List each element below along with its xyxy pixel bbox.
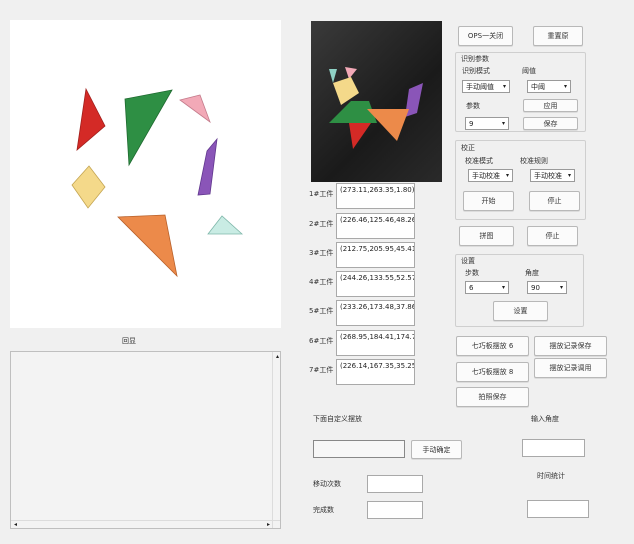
calibration-group-title: 校正 [461,144,475,152]
chevron-down-icon: ▾ [502,83,506,90]
calibration-rule-label: 校准规则 [520,157,548,165]
calibration-mode-label: 校准模式 [465,157,493,165]
scroll-up-icon[interactable]: ▴ [276,353,279,360]
open-camera-button[interactable]: OPS一关闭 [458,26,513,46]
save-photo-button[interactable]: 拍照保存 [456,387,529,407]
pink-triangle-piece [179,94,211,124]
calibration-mode-select[interactable]: 手动校准 ▾ [468,169,513,182]
coord-label-4: 4#工件 [309,278,334,286]
coord-label-1: 1#工件 [309,190,334,198]
orange-triangle-piece [117,214,178,278]
load-layout-record-button[interactable]: 摆放记录调用 [534,358,607,378]
yellow-square-piece [71,165,106,209]
chevron-down-icon: ▾ [567,172,571,179]
camera-preview [311,21,442,182]
threshold-value: 中阈 [531,82,545,91]
purple-parallelogram-piece [197,137,218,196]
chevron-down-icon: ▾ [563,83,567,90]
coord-value-2: (226.46,125.46,48.26) [336,213,415,239]
log-textarea[interactable]: ▴ ◂ ▸ [10,351,281,529]
apply-button[interactable]: 应用 [523,99,578,112]
scroll-right-icon[interactable]: ▸ [267,521,270,528]
calibration-stop-button[interactable]: 停止 [529,191,580,211]
stop-button[interactable]: 停止 [527,226,578,246]
input-angle-field[interactable] [522,439,585,457]
param-select[interactable]: 9 ▾ [465,117,509,130]
recognition-mode-value: 手动阈值 [466,82,494,91]
cam-green-piece [329,101,377,123]
coord-label-5: 5#工件 [309,307,334,315]
canvas-label: 回显 [122,337,136,345]
steps-select[interactable]: 6 ▾ [465,281,509,294]
recognition-mode-label: 识别模式 [462,67,490,75]
tangram-layout-8-button[interactable]: 七巧板摆放 8 [456,362,529,382]
tangram-pieces [71,87,244,278]
save-param-button[interactable]: 保存 [523,117,578,130]
cam-yellow-piece [333,77,359,105]
custom-layout-label: 下面自定义摆放 [313,415,362,423]
completed-label: 完成数 [313,506,334,514]
coord-value-7: (226.14,167.35,35.25) [336,359,415,385]
custom-layout-input[interactable] [313,440,405,458]
steps-label: 步数 [465,269,479,277]
green-triangle-piece [124,89,173,167]
cam-red-piece [349,123,371,149]
camera-tangram-fox [329,67,423,149]
angle-value: 90 [531,283,540,292]
threshold-label: 阈值 [522,67,536,75]
calibration-mode-value: 手动校准 [472,171,500,180]
coord-value-5: (233.26,173.48,37.86) [336,300,415,326]
horizontal-scrollbar[interactable] [11,520,280,528]
reset-button[interactable]: 重置原 [533,26,583,46]
param-label: 参数 [466,102,480,110]
calibration-rule-select[interactable]: 手动校准 ▾ [530,169,575,182]
param-value: 9 [469,119,474,128]
coord-value-6: (268.95,184.41,174.76) [336,330,415,356]
move-count-field[interactable] [367,475,423,493]
coord-value-1: (273.11,263.35,1.80) [336,183,415,209]
tangram-canvas [10,20,281,328]
coord-label-2: 2#工件 [309,220,334,228]
save-layout-record-button[interactable]: 摆放记录保存 [534,336,607,356]
teal-triangle-piece [207,215,244,235]
total-time-label: 时间统计 [537,472,565,480]
steps-value: 6 [469,283,474,292]
coord-value-4: (244.26,133.55,52.57) [336,271,415,297]
settings-group-title: 设置 [461,257,475,265]
move-count-label: 移动次数 [313,480,341,488]
puzzle-button[interactable]: 拼图 [459,226,514,246]
vertical-scrollbar[interactable] [272,352,280,528]
recognition-mode-select[interactable]: 手动阈值 ▾ [462,80,510,93]
angle-label: 角度 [525,269,539,277]
scroll-left-icon[interactable]: ◂ [14,521,17,528]
calibration-rule-value: 手动校准 [534,171,562,180]
manual-confirm-button[interactable]: 手动确定 [411,440,462,459]
completed-field[interactable] [367,501,423,519]
input-angle-label: 输入角度 [531,415,559,423]
settings-apply-button[interactable]: 设置 [493,301,548,321]
chevron-down-icon: ▾ [559,284,563,291]
coord-label-6: 6#工件 [309,337,334,345]
red-triangle-piece [76,87,106,151]
coord-label-7: 7#工件 [309,366,334,374]
cam-orange-piece [367,109,409,141]
threshold-select[interactable]: 中阈 ▾ [527,80,571,93]
recognition-group-title: 识别参数 [461,55,489,63]
chevron-down-icon: ▾ [501,284,505,291]
cam-teal-piece [329,69,337,83]
coord-label-3: 3#工件 [309,249,334,257]
chevron-down-icon: ▾ [505,172,509,179]
total-time-field[interactable] [527,500,589,518]
chevron-down-icon: ▾ [501,120,505,127]
tangram-layout-6-button[interactable]: 七巧板摆放 6 [456,336,529,356]
angle-select[interactable]: 90 ▾ [527,281,567,294]
calibration-start-button[interactable]: 开始 [463,191,514,211]
coord-value-3: (212.75,205.95,45.41) [336,242,415,268]
